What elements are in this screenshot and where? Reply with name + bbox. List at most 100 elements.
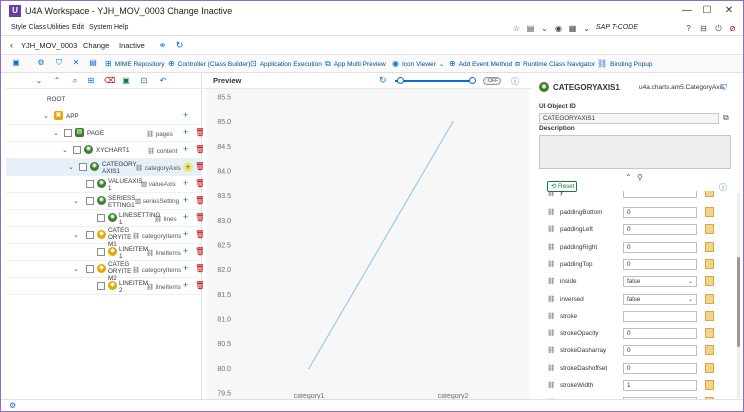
tcode-label[interactable]: SAP T-CODE bbox=[596, 24, 638, 31]
property-input[interactable]: 0 bbox=[623, 328, 697, 340]
property-input[interactable]: 0 bbox=[623, 241, 697, 253]
mime-repository-button[interactable]: ⊞ MIME Repository bbox=[105, 59, 165, 68]
add-child-icon[interactable]: + bbox=[183, 178, 188, 188]
property-input[interactable]: 0 bbox=[623, 362, 697, 374]
description-field[interactable] bbox=[539, 135, 731, 169]
maximize-button[interactable]: ☐ bbox=[701, 5, 713, 17]
select-checkbox[interactable] bbox=[97, 282, 105, 290]
binding-button[interactable] bbox=[705, 345, 714, 356]
binding-button[interactable] bbox=[705, 380, 714, 390]
property-input[interactable]: 0 bbox=[623, 258, 697, 270]
select-checkbox[interactable] bbox=[79, 163, 87, 171]
add-child-icon[interactable]: + bbox=[183, 246, 188, 256]
help-icon[interactable]: ? bbox=[683, 23, 694, 34]
tree-row-lineitem2[interactable]: ◆ LINEITEM 2 ⛓ lineItems + 🗑 bbox=[6, 278, 205, 295]
binding-button[interactable] bbox=[705, 191, 714, 197]
binding-button[interactable] bbox=[705, 258, 714, 269]
back-icon[interactable]: ‹ bbox=[6, 40, 17, 51]
binding-button[interactable] bbox=[705, 207, 714, 217]
scrollbar-thumb[interactable] bbox=[737, 257, 740, 347]
add-child-icon[interactable]: + bbox=[183, 195, 188, 205]
tree-row-categoryaxis[interactable]: ⌄ ◉ CATEGORY AXIS1 ⛓ categoryAxis + 🗑 bbox=[6, 159, 205, 176]
menu-utilities[interactable]: Utilities bbox=[47, 24, 70, 31]
app-multi-preview-button[interactable]: ⧉ App Multi Preview bbox=[325, 59, 386, 69]
settings-icon[interactable]: ⚙ bbox=[9, 401, 16, 410]
search-icon[interactable]: ⌕ bbox=[70, 76, 80, 86]
tree-row-seriessetting[interactable]: ⌄ ◉ SERIESS ETTING1 ▥ seriesSetting + 🗑 bbox=[6, 193, 205, 210]
select-checkbox[interactable] bbox=[86, 265, 94, 273]
chevron-down-icon[interactable]: ⌄ bbox=[43, 112, 49, 120]
star-icon[interactable]: ☆ bbox=[511, 23, 522, 34]
add-child-icon[interactable]: + bbox=[183, 162, 193, 172]
close-session-icon[interactable]: ⊘ bbox=[727, 23, 738, 34]
binding-button[interactable] bbox=[705, 310, 714, 321]
property-input[interactable]: 1 bbox=[623, 380, 697, 391]
add-child-icon[interactable]: + bbox=[183, 263, 188, 273]
select-checkbox[interactable] bbox=[97, 248, 105, 256]
tools-icon[interactable]: ✕ bbox=[71, 58, 81, 68]
binding-button[interactable] bbox=[705, 276, 714, 287]
binding-button[interactable] bbox=[705, 362, 714, 373]
select-checkbox[interactable] bbox=[86, 231, 94, 239]
filter-icon[interactable]: ⊞ bbox=[86, 76, 96, 86]
select-checkbox[interactable] bbox=[97, 214, 105, 222]
record-icon[interactable]: ◉ bbox=[553, 23, 564, 34]
icon-viewer-button[interactable]: ◉ Icon Viewer ⌄ bbox=[392, 59, 444, 68]
select-checkbox[interactable] bbox=[86, 180, 94, 188]
binoculars-icon[interactable]: ⚭ bbox=[157, 40, 168, 51]
add-child-icon[interactable]: + bbox=[183, 229, 188, 239]
property-select[interactable]: false ⌄ bbox=[623, 276, 697, 288]
tree-root-row[interactable]: ROOT bbox=[6, 91, 202, 108]
settings-icon[interactable]: ⚙ bbox=[36, 58, 46, 68]
folder-icon[interactable]: ▤ bbox=[525, 23, 536, 34]
chevron-down-icon[interactable]: ⌄ bbox=[73, 265, 79, 273]
zoom-slider-track[interactable] bbox=[395, 80, 475, 82]
undo-icon[interactable]: ↶ bbox=[158, 76, 168, 86]
add-child-icon[interactable]: + bbox=[183, 212, 188, 222]
select-checkbox[interactable] bbox=[73, 146, 81, 154]
collapse-all-icon[interactable]: ⌃ bbox=[52, 76, 62, 86]
add-child-icon[interactable]: + bbox=[183, 280, 188, 290]
binding-button[interactable] bbox=[705, 241, 714, 252]
chevron-down-icon[interactable]: ⌄ bbox=[539, 23, 550, 34]
pin-icon[interactable]: ⚲ bbox=[637, 173, 643, 182]
binding-button[interactable] bbox=[705, 293, 714, 304]
menu-help[interactable]: Help bbox=[114, 24, 128, 31]
add-child-icon[interactable]: + bbox=[183, 144, 188, 154]
chevron-down-icon[interactable]: ⌄ bbox=[73, 231, 79, 239]
property-input[interactable]: 0 bbox=[623, 207, 697, 218]
property-input[interactable]: 0 bbox=[623, 345, 697, 357]
select-checkbox[interactable] bbox=[64, 129, 72, 137]
transaction-icon[interactable]: ⊟ bbox=[698, 23, 709, 34]
tree-row-categoryitem2[interactable]: ⌄ ◆ CATEG ORYITE M2 ⛓ categoryItems + 🗑 bbox=[6, 261, 205, 282]
binding-button[interactable] bbox=[705, 224, 714, 235]
binding-button[interactable] bbox=[705, 328, 714, 339]
refresh-icon[interactable]: ↻ bbox=[379, 75, 387, 86]
chevron-up-icon[interactable]: ⌃ bbox=[625, 173, 632, 182]
help-icon[interactable]: ⓘ bbox=[511, 76, 519, 87]
add-event-method-button[interactable]: ⊕ Add Event Method bbox=[449, 59, 512, 68]
tree-row-lineitem1[interactable]: ◆ LINEITEM 1 ⛓ lineItems + 🗑 bbox=[6, 244, 205, 261]
chevron-down-icon[interactable]: ⌄ bbox=[53, 129, 59, 137]
chevron-down-icon[interactable]: ⌄ bbox=[581, 23, 592, 34]
select-checkbox[interactable] bbox=[86, 197, 94, 205]
zoom-slider-handle[interactable] bbox=[469, 77, 476, 84]
binding-popup-button[interactable]: ⛓ Binding Popup bbox=[597, 59, 652, 68]
paste-icon[interactable]: ⊡ bbox=[139, 76, 149, 86]
app-execution-button[interactable]: ⊡ Application Execution bbox=[250, 59, 322, 68]
property-input[interactable]: 0 bbox=[623, 224, 697, 236]
layout-icon[interactable]: ▣ bbox=[11, 58, 21, 68]
preview-toggle[interactable]: OFF bbox=[483, 77, 501, 85]
tree-row-xychart[interactable]: ⌄ ◉ XYCHART1 ⛓ content + 🗑 bbox=[6, 142, 205, 159]
property-input[interactable] bbox=[623, 310, 697, 322]
tree-row-linesetting[interactable]: ◉ LINESETTING 1 ⛓ lines + 🗑 bbox=[6, 210, 205, 227]
delete-icon[interactable]: ⌫ bbox=[104, 76, 115, 86]
copy-icon[interactable]: ▣ bbox=[121, 76, 131, 86]
chevron-down-icon[interactable]: ⌄ bbox=[68, 163, 74, 171]
copy-icon[interactable]: ⧉ bbox=[723, 113, 729, 123]
tree-row-valueaxis[interactable]: ◉ VALUEAXIS 1 ▥ valueAxis + 🗑 bbox=[6, 176, 205, 193]
expand-all-icon[interactable]: ⌄ bbox=[34, 76, 44, 86]
tree-row-page[interactable]: ⌄ ▤ PAGE ⛓ pages + 🗑 bbox=[6, 125, 205, 142]
pin-icon[interactable]: ⛉ bbox=[721, 83, 727, 93]
menu-style-class[interactable]: Style Class bbox=[11, 24, 46, 31]
